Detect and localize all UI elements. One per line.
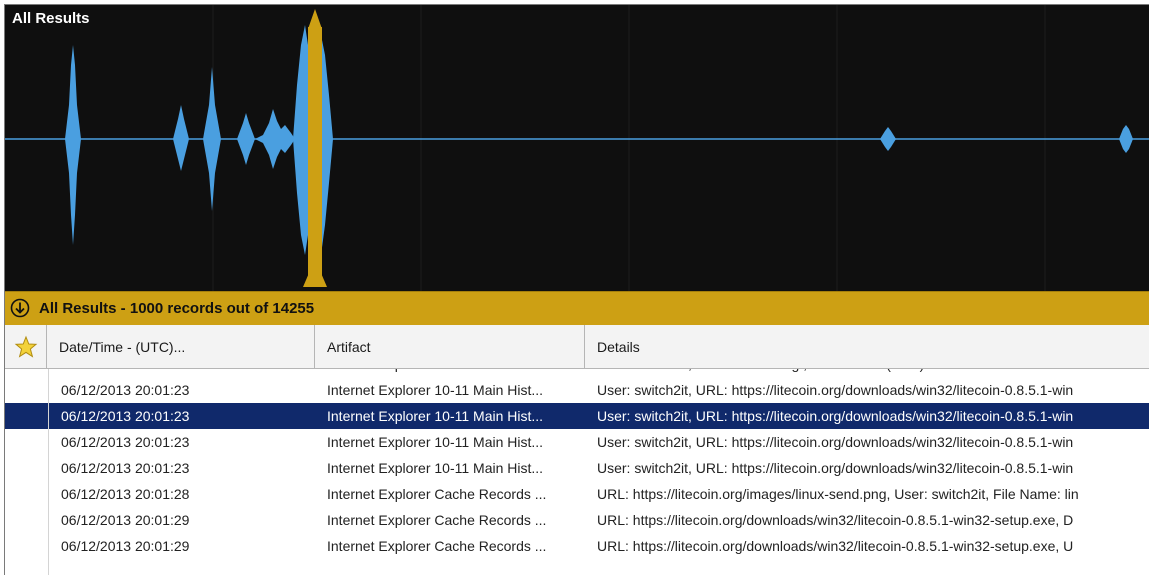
row-details: User: switch2it, URL: https://litecoin.o… [597, 434, 1074, 450]
row-date: 06/12/2013 20:01:29 [61, 512, 190, 528]
results-table-body: 06/12/2013 20:01:22 Internet Explorer 10… [5, 369, 1149, 575]
timeline-title: All Results [12, 10, 90, 27]
row-date: 06/12/2013 20:01:23 [61, 408, 190, 424]
row-date: 06/12/2013 20:01:23 [61, 434, 190, 450]
row-details: URL: https://litecoin.org/downloads/win3… [597, 512, 1074, 528]
timeline-waveform [5, 5, 1149, 291]
results-panel: All Results All Results - 1000 records o… [4, 4, 1149, 575]
row-artifact: Internet Explorer 10-11 Cookies [327, 369, 585, 377]
table-row[interactable]: 06/12/2013 20:01:28 Internet Explorer Ca… [5, 481, 1149, 507]
column-header-details[interactable]: Details [585, 325, 1149, 368]
row-details: User: switch2it, URL: https://litecoin.o… [597, 460, 1074, 476]
row-artifact: Internet Explorer 10-11 Main Hist... [327, 460, 544, 476]
column-header-date[interactable]: Date/Time - (UTC)... [47, 325, 315, 368]
timeline-position-marker[interactable] [308, 27, 322, 287]
table-row[interactable]: 06/12/2013 20:01:23 Internet Explorer 10… [5, 455, 1149, 481]
timeline-chart[interactable]: All Results [5, 5, 1149, 291]
star-icon [14, 335, 38, 358]
results-header-bar: All Results - 1000 records out of 14255 [5, 291, 1149, 325]
row-artifact: Internet Explorer 10-11 Main Hist... [327, 382, 544, 398]
table-header: Date/Time - (UTC)... Artifact Details [5, 325, 1149, 369]
row-date: 06/12/2013 20:01:28 [61, 486, 190, 502]
row-artifact: Internet Explorer 10-11 Main Hist... [327, 408, 544, 424]
row-artifact: Internet Explorer Cache Records ... [327, 538, 547, 554]
row-artifact: Internet Explorer Cache Records ... [327, 512, 547, 528]
table-row[interactable]: 06/12/2013 20:01:22 Internet Explorer 10… [5, 369, 1149, 377]
row-details: User: switch2it, URL: litecoin.org/, Dat… [597, 369, 1149, 377]
row-details: User: switch2it, URL: https://litecoin.o… [597, 382, 1074, 398]
table-row[interactable]: 06/12/2013 20:01:29 Internet Explorer Ca… [5, 533, 1149, 559]
row-details: URL: https://litecoin.org/downloads/win3… [597, 538, 1074, 554]
row-date: 06/12/2013 20:01:22 [61, 369, 311, 377]
table-row-selected[interactable]: 06/12/2013 20:01:23 Internet Explorer 10… [5, 403, 1149, 429]
column-header-bookmark[interactable] [5, 325, 47, 368]
row-artifact: Internet Explorer 10-11 Main Hist... [327, 434, 544, 450]
row-date: 06/12/2013 20:01:23 [61, 382, 190, 398]
table-row[interactable]: 06/12/2013 20:01:23 Internet Explorer 10… [5, 377, 1149, 403]
results-count-title: All Results - 1000 records out of 14255 [39, 300, 315, 317]
circle-down-arrow-icon[interactable] [10, 298, 30, 318]
row-date: 06/12/2013 20:01:29 [61, 538, 190, 554]
row-details: URL: https://litecoin.org/images/linux-s… [597, 486, 1079, 502]
column-divider [48, 369, 49, 575]
row-date: 06/12/2013 20:01:23 [61, 460, 190, 476]
row-details: User: switch2it, URL: https://litecoin.o… [597, 408, 1074, 424]
table-row[interactable]: 06/12/2013 20:01:29 Internet Explorer Ca… [5, 507, 1149, 533]
row-artifact: Internet Explorer Cache Records ... [327, 486, 547, 502]
table-row[interactable]: 06/12/2013 20:01:23 Internet Explorer 10… [5, 429, 1149, 455]
column-header-artifact[interactable]: Artifact [315, 325, 585, 368]
